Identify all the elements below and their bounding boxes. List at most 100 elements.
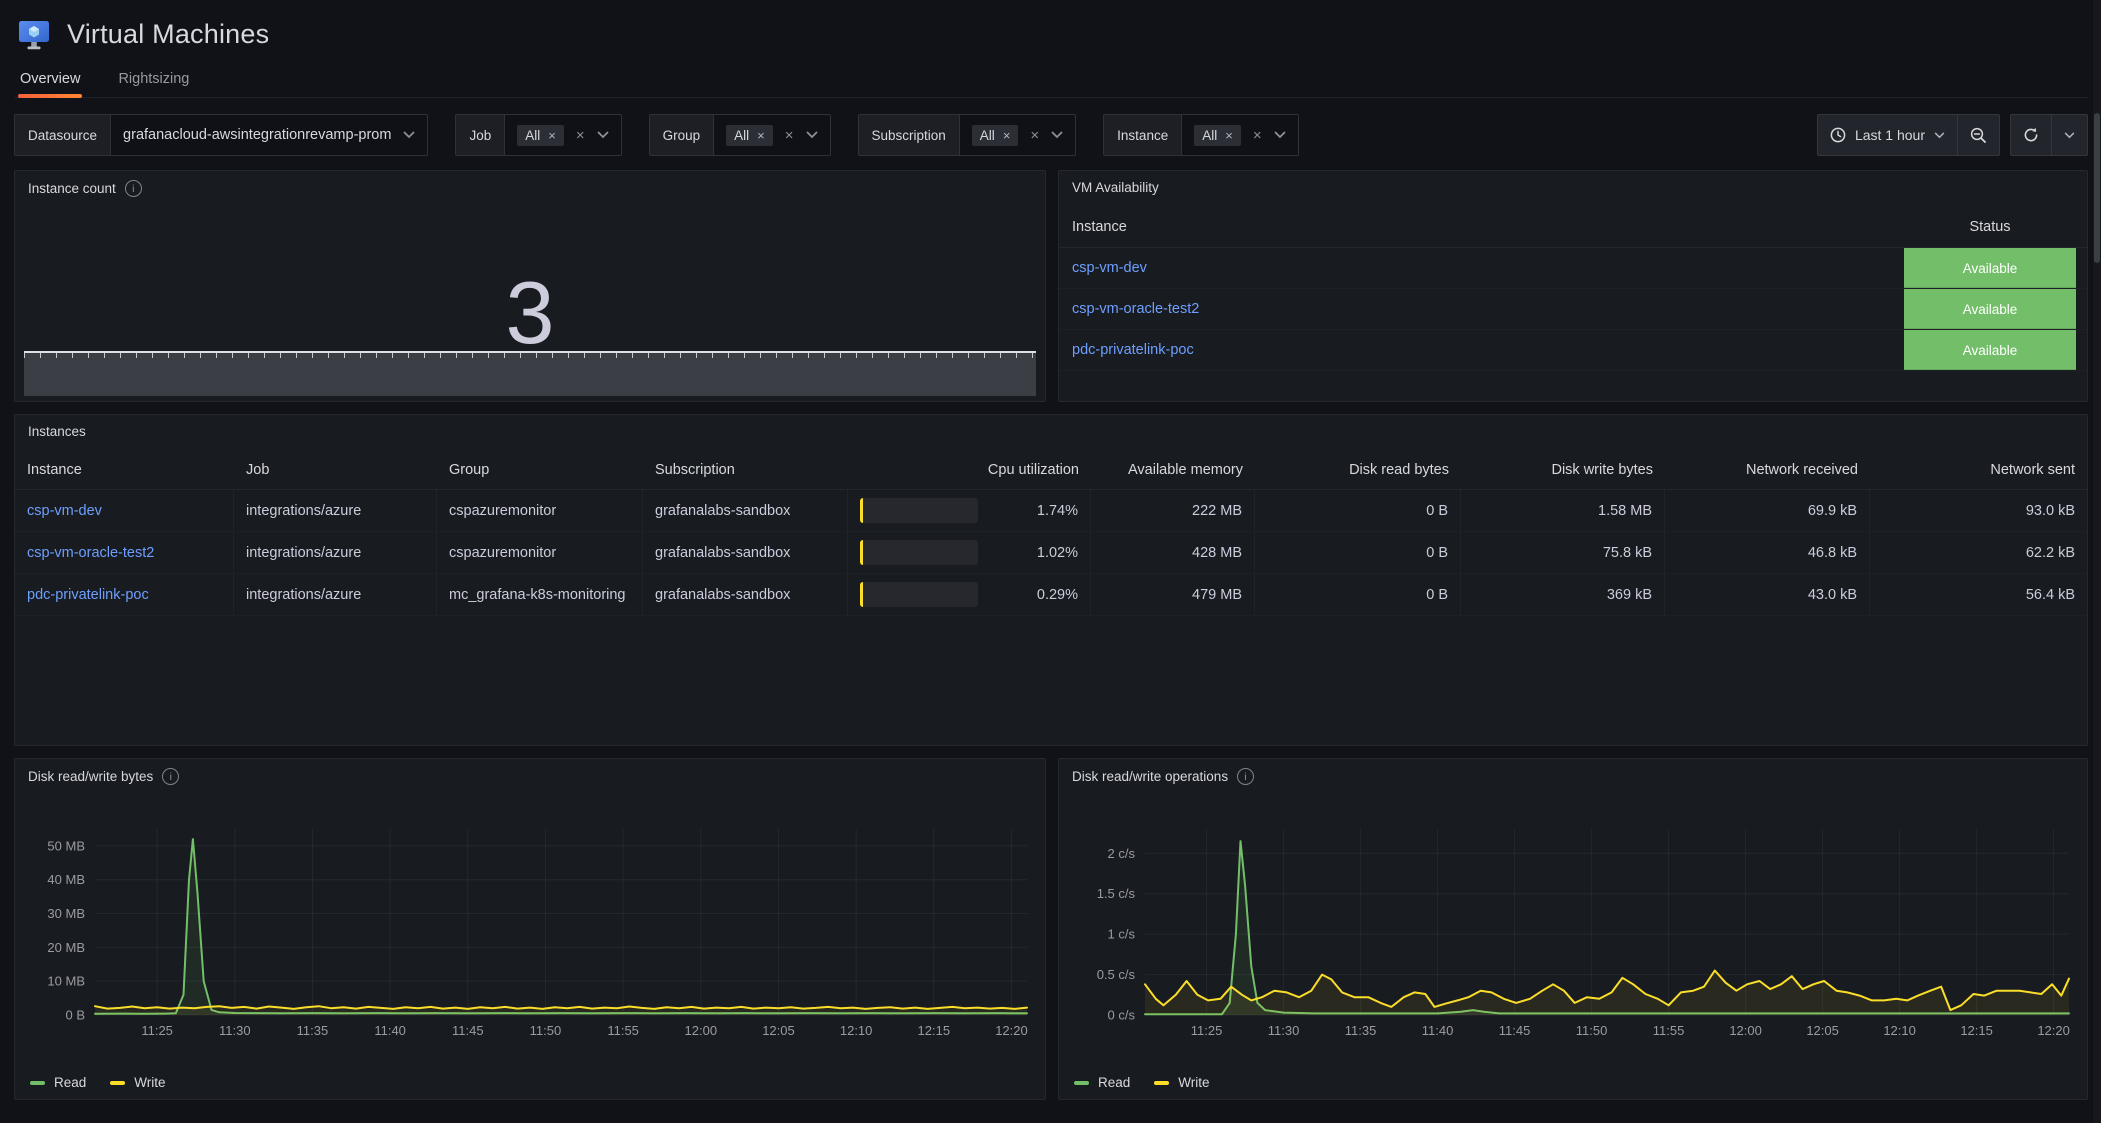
panel-title: Disk read/write operations xyxy=(1072,769,1228,784)
info-icon[interactable]: i xyxy=(125,180,142,197)
chevron-down-icon[interactable] xyxy=(403,131,415,139)
svg-text:12:05: 12:05 xyxy=(1806,1023,1839,1038)
legend-item-read[interactable]: Read xyxy=(30,1075,86,1090)
info-icon[interactable]: i xyxy=(162,768,179,785)
column-header-instance[interactable]: Instance xyxy=(15,462,234,478)
tab-rightsizing[interactable]: Rightsizing xyxy=(116,60,191,97)
clear-filter-icon[interactable]: × xyxy=(1030,128,1039,143)
cpu-gauge-fill xyxy=(860,540,863,565)
zoom-out-button[interactable] xyxy=(1957,115,1999,155)
filter-job: JobAll×× xyxy=(455,114,621,156)
remove-option-icon[interactable]: × xyxy=(1003,129,1011,142)
datasource-selected-value: grafanacloud-awsintegrationrevamp-prom xyxy=(123,127,391,143)
vm-instance-link[interactable]: csp-vm-oracle-test2 xyxy=(1072,301,1199,317)
toolbar-right: Last 1 hour xyxy=(1817,114,2088,156)
filter-group-label: Group xyxy=(650,115,715,155)
filter-instance-select[interactable]: All×× xyxy=(1182,115,1297,155)
remove-option-icon[interactable]: × xyxy=(1225,129,1233,142)
refresh-interval-dropdown[interactable] xyxy=(2051,115,2087,155)
column-header-network-sent[interactable]: Network sent xyxy=(1870,462,2087,478)
column-header-network-received[interactable]: Network received xyxy=(1665,462,1870,478)
cpu-value: 1.02% xyxy=(978,545,1078,561)
svg-text:12:15: 12:15 xyxy=(918,1023,951,1038)
table-row: csp-vm-devintegrations/azurecspazuremoni… xyxy=(15,490,2087,532)
disk-bytes-legend: Read Write xyxy=(30,1075,166,1090)
subscription-cell: grafanalabs-sandbox xyxy=(643,532,848,573)
variable-filters: JobAll××GroupAll××SubscriptionAll××Insta… xyxy=(455,114,1298,156)
chart-svg: 0 B10 MB20 MB30 MB40 MB50 MB11:2511:3011… xyxy=(23,819,1037,1043)
svg-text:12:15: 12:15 xyxy=(1960,1023,1993,1038)
clear-filter-icon[interactable]: × xyxy=(785,128,794,143)
filter-subscription-select[interactable]: All×× xyxy=(960,115,1075,155)
clear-filter-icon[interactable]: × xyxy=(1253,128,1262,143)
column-header-job[interactable]: Job xyxy=(234,462,437,478)
refresh-button[interactable] xyxy=(2011,115,2051,155)
remove-option-icon[interactable]: × xyxy=(757,129,765,142)
panel-title: Disk read/write bytes xyxy=(28,769,153,784)
dashboard-toolbar: Datasource grafanacloud-awsintegrationre… xyxy=(14,115,2088,155)
legend-series-label: Write xyxy=(134,1075,165,1090)
chevron-down-icon[interactable] xyxy=(1051,131,1063,139)
disk-read-cell: 0 B xyxy=(1255,532,1461,573)
column-header-subscription[interactable]: Subscription xyxy=(643,462,848,478)
vm-instance-link[interactable]: pdc-privatelink-poc xyxy=(1072,342,1194,358)
datasource-select[interactable]: grafanacloud-awsintegrationrevamp-prom xyxy=(111,115,427,155)
page-scrollbar[interactable] xyxy=(2093,0,2101,1123)
scrollbar-thumb[interactable] xyxy=(2094,113,2100,263)
disk-bytes-chart[interactable]: 0 B10 MB20 MB30 MB40 MB50 MB11:2511:3011… xyxy=(23,819,1037,1043)
status-badge: Available xyxy=(1904,289,2076,329)
column-header-group[interactable]: Group xyxy=(437,462,643,478)
svg-text:11:40: 11:40 xyxy=(374,1023,406,1038)
chevron-down-icon[interactable] xyxy=(1274,131,1286,139)
remove-option-icon[interactable]: × xyxy=(548,129,556,142)
tab-overview[interactable]: Overview xyxy=(18,60,82,97)
legend-item-write[interactable]: Write xyxy=(1154,1075,1209,1090)
svg-text:11:45: 11:45 xyxy=(452,1023,484,1038)
cpu-value: 0.29% xyxy=(978,587,1078,603)
disk-read-cell: 0 B xyxy=(1255,490,1461,531)
instance-link[interactable]: pdc-privatelink-poc xyxy=(15,574,234,615)
legend-item-read[interactable]: Read xyxy=(1074,1075,1130,1090)
clear-filter-icon[interactable]: × xyxy=(576,128,585,143)
cpu-utilization-cell: 1.02% xyxy=(848,532,1091,573)
filter-group: GroupAll×× xyxy=(649,114,831,156)
column-header-disk-read-bytes[interactable]: Disk read bytes xyxy=(1255,462,1461,478)
selected-option-chip[interactable]: All× xyxy=(1194,125,1241,146)
column-header-disk-write-bytes[interactable]: Disk write bytes xyxy=(1461,462,1665,478)
chevron-down-icon[interactable] xyxy=(806,131,818,139)
panel-title: Instances xyxy=(28,424,86,439)
chevron-down-icon[interactable] xyxy=(597,131,609,139)
time-range-label: Last 1 hour xyxy=(1855,127,1925,143)
svg-text:11:25: 11:25 xyxy=(141,1023,173,1038)
selected-option-chip[interactable]: All× xyxy=(726,125,773,146)
zoom-out-icon xyxy=(1970,127,1987,144)
status-badge: Available xyxy=(1904,248,2076,288)
filter-instance-label: Instance xyxy=(1104,115,1182,155)
vm-availability-row: pdc-privatelink-pocAvailable xyxy=(1059,330,2087,371)
selected-option-chip[interactable]: All× xyxy=(517,125,564,146)
refresh-group xyxy=(2010,114,2088,156)
column-header-instance[interactable]: Instance xyxy=(1072,219,1127,235)
column-header-available-memory[interactable]: Available memory xyxy=(1091,462,1255,478)
column-header-status[interactable]: Status xyxy=(1904,219,2076,235)
svg-text:11:35: 11:35 xyxy=(1345,1023,1377,1038)
dashboard-header: Virtual Machines xyxy=(14,0,2088,52)
info-icon[interactable]: i xyxy=(1237,768,1254,785)
net-received-cell: 43.0 kB xyxy=(1665,574,1870,615)
filter-job-select[interactable]: All×× xyxy=(505,115,620,155)
disk-ops-chart[interactable]: 0 c/s0.5 c/s1 c/s1.5 c/s2 c/s11:2511:301… xyxy=(1067,819,2079,1043)
svg-text:40 MB: 40 MB xyxy=(47,872,85,887)
svg-text:11:30: 11:30 xyxy=(1268,1023,1300,1038)
instance-link[interactable]: csp-vm-dev xyxy=(15,490,234,531)
datasource-filter: Datasource grafanacloud-awsintegrationre… xyxy=(14,114,428,156)
filter-group-select[interactable]: All×× xyxy=(714,115,829,155)
legend-item-write[interactable]: Write xyxy=(110,1075,165,1090)
selected-option-chip[interactable]: All× xyxy=(972,125,1019,146)
disk-ops-legend: Read Write xyxy=(1074,1075,1210,1090)
vm-instance-link[interactable]: csp-vm-dev xyxy=(1072,260,1147,276)
time-range-button[interactable]: Last 1 hour xyxy=(1818,115,1957,155)
disk-bytes-panel: Disk read/write bytes i 0 B10 MB20 MB30 … xyxy=(14,758,1046,1100)
vm-availability-row: csp-vm-dev Available xyxy=(1059,248,2087,289)
column-header-cpu-utilization[interactable]: Cpu utilization xyxy=(848,462,1091,478)
instance-link[interactable]: csp-vm-oracle-test2 xyxy=(15,532,234,573)
